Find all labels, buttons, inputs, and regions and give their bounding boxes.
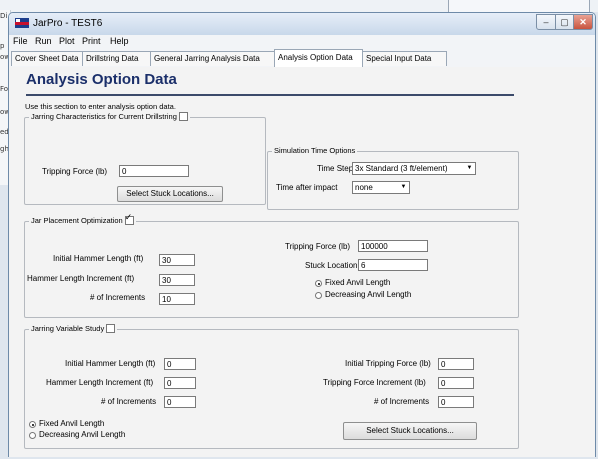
select-stuck-locations-button[interactable]: Select Stuck Locations... — [117, 186, 223, 202]
tab-drillstring[interactable]: Drillstring Data — [82, 51, 151, 66]
initial-tripping-force-label: Initial Tripping Force (lb) — [345, 359, 431, 368]
tab-strip: Cover Sheet Data Drillstring Data Genera… — [9, 49, 595, 68]
tab-general-jarring[interactable]: General Jarring Analysis Data — [150, 51, 275, 66]
chevron-down-icon: ▼ — [400, 184, 407, 190]
tab-special-input[interactable]: Special Input Data — [362, 51, 447, 66]
maximize-button[interactable]: ▢ — [555, 14, 574, 30]
background-window-frame — [448, 0, 590, 12]
time-step-label: Time Step — [317, 164, 354, 173]
simulation-time-legend: Simulation Time Options — [272, 146, 358, 155]
tripping-force-increment-input[interactable]: 0 — [438, 377, 474, 389]
tab-analysis-option[interactable]: Analysis Option Data — [274, 49, 363, 67]
tripping-force-input[interactable]: 0 — [119, 165, 189, 177]
menu-help[interactable]: Help — [110, 36, 129, 46]
initial-hammer-length-input[interactable]: 30 — [159, 254, 195, 266]
close-button[interactable]: ✕ — [573, 14, 593, 30]
jarring-characteristics-group: Jarring Characteristics for Current Dril… — [24, 112, 266, 205]
initial-hammer-length-input[interactable]: 0 — [164, 358, 196, 370]
time-after-impact-select[interactable]: none ▼ — [352, 181, 410, 194]
num-increments-label: # of Increments — [374, 397, 430, 406]
app-window: JarPro - TEST6 – ▢ ✕ File Run Plot Print… — [8, 12, 596, 457]
page-title: Analysis Option Data — [26, 71, 177, 88]
jar-placement-checkbox[interactable] — [124, 213, 134, 225]
num-increments-input[interactable]: 10 — [159, 293, 195, 305]
app-icon — [15, 18, 29, 28]
time-step-value: 3x Standard (3 ft/element) — [355, 164, 448, 173]
jarring-variable-group: Jarring Variable Study Initial Hammer Le… — [24, 324, 519, 449]
jarring-variable-label: Jarring Variable Study — [31, 324, 105, 333]
jarring-variable-legend: Jarring Variable Study — [29, 324, 118, 333]
stuck-location-label: Stuck Location — [305, 261, 358, 270]
num-increments-label: # of Increments — [101, 397, 157, 406]
jar-placement-group: Jar Placement Optimization Initial Hamme… — [24, 213, 519, 318]
decreasing-anvil-radio[interactable] — [315, 292, 322, 299]
menu-bar: File Run Plot Print Help — [9, 35, 595, 49]
jarring-characteristics-legend: Jarring Characteristics for Current Dril… — [29, 112, 190, 121]
initial-tripping-force-input[interactable]: 0 — [438, 358, 474, 370]
hammer-length-increment-label: Hammer Length Increment (ft) — [27, 274, 135, 283]
main-content: Analysis Option Data Use this section to… — [9, 67, 595, 457]
initial-hammer-length-label: Initial Hammer Length (ft) — [65, 359, 156, 368]
jar-placement-label: Jar Placement Optimization — [31, 216, 123, 225]
background-text: p — [0, 42, 5, 50]
tripping-force-increment-label: Tripping Force Increment (lb) — [323, 378, 426, 387]
fixed-anvil-label: Fixed Anvil Length — [39, 419, 105, 428]
jarring-characteristics-label: Jarring Characteristics for Current Dril… — [31, 112, 177, 121]
menu-file[interactable]: File — [13, 36, 28, 46]
time-step-select[interactable]: 3x Standard (3 ft/element) ▼ — [352, 162, 476, 175]
decreasing-anvil-radio[interactable] — [29, 432, 36, 439]
jarring-variable-checkbox[interactable] — [106, 324, 116, 333]
fixed-anvil-radio[interactable] — [315, 280, 322, 287]
stuck-location-input[interactable]: 6 — [358, 259, 428, 271]
select-stuck-locations-button[interactable]: Select Stuck Locations... — [343, 422, 477, 440]
fixed-anvil-label: Fixed Anvil Length — [325, 278, 391, 287]
tripping-force-input[interactable]: 100000 — [358, 240, 428, 252]
window-title: JarPro - TEST6 — [33, 18, 103, 29]
background-text: Di — [0, 12, 8, 20]
fixed-anvil-radio[interactable] — [29, 421, 36, 428]
chevron-down-icon: ▼ — [466, 165, 473, 171]
title-underline — [26, 94, 514, 96]
jar-placement-legend: Jar Placement Optimization — [29, 213, 136, 225]
menu-plot[interactable]: Plot — [59, 36, 75, 46]
menu-print[interactable]: Print — [82, 36, 101, 46]
jarring-characteristics-checkbox[interactable] — [178, 112, 188, 121]
hammer-length-increment-label: Hammer Length Increment (ft) — [46, 378, 154, 387]
hammer-length-increment-input[interactable]: 30 — [159, 274, 195, 286]
menu-run[interactable]: Run — [35, 36, 52, 46]
hammer-length-increment-input[interactable]: 0 — [164, 377, 196, 389]
simulation-time-group: Simulation Time Options Time Step 3x Sta… — [267, 146, 519, 210]
minimize-button[interactable]: – — [536, 14, 556, 30]
num-increments-input[interactable]: 0 — [164, 396, 196, 408]
title-bar[interactable]: JarPro - TEST6 – ▢ ✕ — [9, 13, 595, 35]
intro-text: Use this section to enter analysis optio… — [25, 102, 176, 111]
time-after-impact-value: none — [355, 183, 373, 192]
tab-cover-sheet[interactable]: Cover Sheet Data — [11, 51, 83, 66]
tripping-force-label: Tripping Force (lb) — [42, 167, 108, 176]
initial-hammer-length-label: Initial Hammer Length (ft) — [53, 254, 144, 263]
tripping-force-label: Tripping Force (lb) — [285, 242, 351, 251]
decreasing-anvil-label: Decreasing Anvil Length — [325, 290, 412, 299]
decreasing-anvil-label: Decreasing Anvil Length — [39, 430, 126, 439]
time-after-impact-label: Time after impact — [276, 183, 338, 192]
num-increments-label: # of Increments — [90, 293, 146, 302]
num-increments-input[interactable]: 0 — [438, 396, 474, 408]
